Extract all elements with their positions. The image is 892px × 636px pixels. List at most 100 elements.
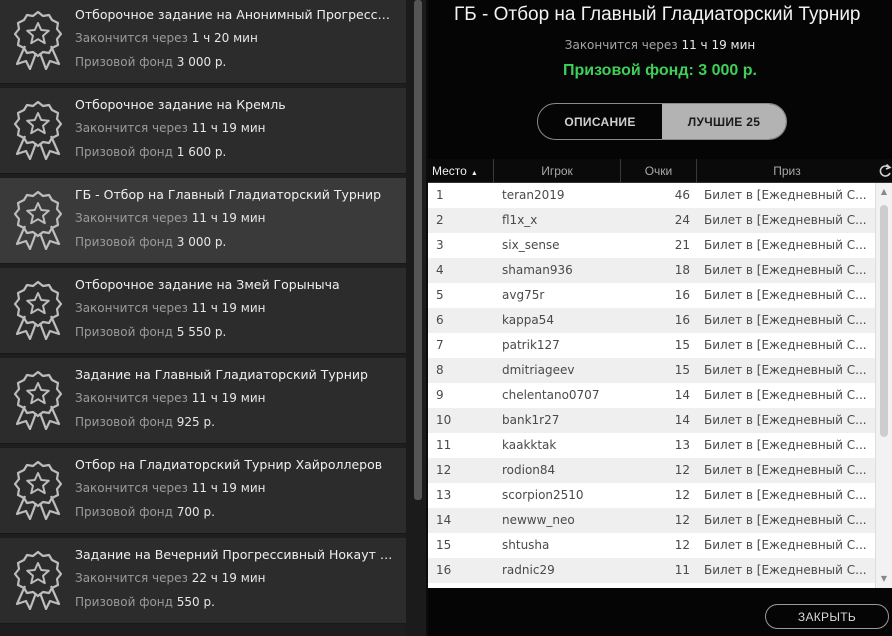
cell-player: shaman936 (502, 263, 573, 277)
detail-ends-label: Закончится через (564, 38, 678, 52)
detail-title: ГБ - Отбор на Главный Гладиаторский Турн… (454, 4, 861, 25)
cell-place: 10 (436, 413, 452, 427)
column-header-player[interactable]: Игрок (494, 159, 621, 183)
quest-item[interactable]: Задание на Вечерний Прогрессивный Нокаут… (0, 538, 406, 624)
quest-prize-value: 1 600 р. (176, 145, 227, 159)
quest-title: Отборочное задание на Змей Горыныча (75, 277, 340, 292)
cell-place: 6 (436, 313, 444, 327)
quest-prize-label: Призовой фонд (75, 145, 173, 159)
cell-prize: Билет в [Ежедневный С... (704, 263, 867, 277)
quest-title: Задание на Вечерний Прогрессивный Нокаут… (75, 547, 397, 562)
table-row[interactable]: 13 scorpion2510 12 Билет в [Ежедневный С… (428, 483, 875, 508)
quest-item[interactable]: Задание на Главный Гладиаторский Турнир … (0, 358, 406, 444)
detail-prize-fund: Призовой фонд: 3 000 р. (563, 62, 757, 79)
award-medal-icon (10, 10, 66, 71)
refresh-icon[interactable] (878, 163, 892, 179)
cell-points: 15 (674, 338, 690, 352)
close-button[interactable]: ЗАКРЫТЬ (765, 604, 889, 629)
quest-item[interactable]: Отборочное задание на Анонимный Прогресс… (0, 0, 406, 84)
quest-time-left: Закончится через 11 ч 19 мин (75, 121, 265, 135)
table-row[interactable]: 9 chelentano0707 14 Билет в [Ежедневный … (428, 383, 875, 408)
column-header-place[interactable]: Место ▲ (428, 159, 494, 183)
quest-item[interactable]: Отборочное задание на Кремль Закончится … (0, 88, 406, 174)
quest-title: ГБ - Отбор на Главный Гладиаторский Турн… (75, 187, 382, 202)
table-row[interactable]: 4 shaman936 18 Билет в [Ежедневный С... (428, 258, 875, 283)
table-row[interactable]: 1 teran2019 46 Билет в [Ежедневный С... (428, 183, 875, 208)
table-row[interactable]: 14 newww_neo 12 Билет в [Ежедневный С... (428, 508, 875, 533)
quest-time-left: Закончится через 11 ч 19 мин (75, 391, 265, 405)
quest-title: Отборочное задание на Кремль (75, 97, 286, 112)
cell-points: 13 (674, 438, 690, 452)
cell-player: scorpion2510 (502, 488, 584, 502)
cell-prize: Билет в [Ежедневный С... (704, 488, 867, 502)
table-row[interactable]: 5 avg75r 16 Билет в [Ежедневный С... (428, 283, 875, 308)
cell-points: 12 (674, 538, 690, 552)
column-header-points[interactable]: Очки (621, 159, 697, 183)
award-medal-icon (10, 550, 66, 611)
quest-list-scrollbar[interactable] (414, 0, 422, 500)
quest-prize-fund: Призовой фонд 3 000 р. (75, 235, 226, 249)
quest-item[interactable]: Отборочное задание на Змей Горыныча Зако… (0, 268, 406, 354)
award-medal-icon (10, 460, 66, 521)
quest-ends-value: 22 ч 19 мин (191, 571, 266, 585)
leaderboard-header: Место ▲ Игрок Очки Приз (428, 159, 892, 183)
quest-prize-value: 925 р. (176, 415, 215, 429)
cell-prize: Билет в [Ежедневный С... (704, 188, 867, 202)
cell-points: 16 (674, 313, 690, 327)
table-row[interactable]: 3 six_sense 21 Билет в [Ежедневный С... (428, 233, 875, 258)
table-row[interactable]: 6 kappa54 16 Билет в [Ежедневный С... (428, 308, 875, 333)
quest-ends-label: Закончится через (75, 571, 188, 585)
table-row[interactable]: 2 fl1x_x 24 Билет в [Ежедневный С... (428, 208, 875, 233)
scroll-up-arrow-icon[interactable]: ▲ (876, 185, 892, 199)
quest-ends-label: Закончится через (75, 211, 188, 225)
quest-prize-value: 3 000 р. (176, 55, 227, 69)
quest-item[interactable]: Отбор на Гладиаторский Турнир Хайроллеро… (0, 448, 406, 534)
table-row[interactable]: 16 radnic29 11 Билет в [Ежедневный С... (428, 558, 875, 583)
cell-points: 18 (674, 263, 690, 277)
quest-prize-label: Призовой фонд (75, 505, 173, 519)
column-header-prize[interactable]: Приз (697, 159, 877, 183)
cell-prize: Билет в [Ежедневный С... (704, 313, 867, 327)
quest-ends-label: Закончится через (75, 301, 188, 315)
cell-place: 16 (436, 563, 452, 577)
table-row[interactable]: 10 bank1r27 14 Билет в [Ежедневный С... (428, 408, 875, 433)
cell-place: 8 (436, 363, 444, 377)
quest-prize-value: 550 р. (176, 595, 215, 609)
cell-player: newww_neo (502, 513, 575, 527)
quest-prize-label: Призовой фонд (75, 55, 173, 69)
scrollbar-thumb[interactable] (880, 205, 888, 437)
cell-points: 12 (674, 513, 690, 527)
cell-prize: Билет в [Ежедневный С... (704, 413, 867, 427)
quest-time-left: Закончится через 11 ч 19 мин (75, 481, 265, 495)
cell-prize: Билет в [Ежедневный С... (704, 213, 867, 227)
cell-player: chelentano0707 (502, 388, 600, 402)
quest-ends-label: Закончится через (75, 31, 188, 45)
cell-player: kappa54 (502, 313, 554, 327)
quest-prize-fund: Призовой фонд 700 р. (75, 505, 215, 519)
tab-top-25[interactable]: ЛУЧШИЕ 25 (662, 104, 786, 139)
quest-prize-value: 5 550 р. (176, 325, 227, 339)
table-row[interactable]: 15 shtusha 12 Билет в [Ежедневный С... (428, 533, 875, 558)
cell-place: 5 (436, 288, 444, 302)
cell-place: 15 (436, 538, 452, 552)
cell-prize: Билет в [Ежедневный С... (704, 563, 867, 577)
cell-points: 12 (674, 488, 690, 502)
award-medal-icon (10, 370, 66, 431)
table-row[interactable]: 7 patrik127 15 Билет в [Ежедневный С... (428, 333, 875, 358)
cell-place: 3 (436, 238, 444, 252)
table-row[interactable]: 12 rodion84 12 Билет в [Ежедневный С... (428, 458, 875, 483)
cell-place: 7 (436, 338, 444, 352)
table-row[interactable]: 8 dmitriageev 15 Билет в [Ежедневный С..… (428, 358, 875, 383)
quest-title: Отборочное задание на Анонимный Прогресс… (75, 7, 397, 22)
quest-prize-value: 3 000 р. (176, 235, 227, 249)
cell-player: dmitriageev (502, 363, 575, 377)
leaderboard-scrollbar[interactable]: ▲ ▼ (875, 183, 892, 588)
quest-time-left: Закончится через 1 ч 20 мин (75, 31, 258, 45)
quest-ends-value: 11 ч 19 мин (191, 391, 266, 405)
quest-item[interactable]: ГБ - Отбор на Главный Гладиаторский Турн… (0, 178, 406, 264)
table-row[interactable]: 11 kaakktak 13 Билет в [Ежедневный С... (428, 433, 875, 458)
tab-description[interactable]: ОПИСАНИЕ (538, 104, 662, 139)
cell-points: 24 (674, 213, 690, 227)
scroll-down-arrow-icon[interactable]: ▼ (876, 572, 892, 586)
quest-prize-label: Призовой фонд (75, 415, 173, 429)
